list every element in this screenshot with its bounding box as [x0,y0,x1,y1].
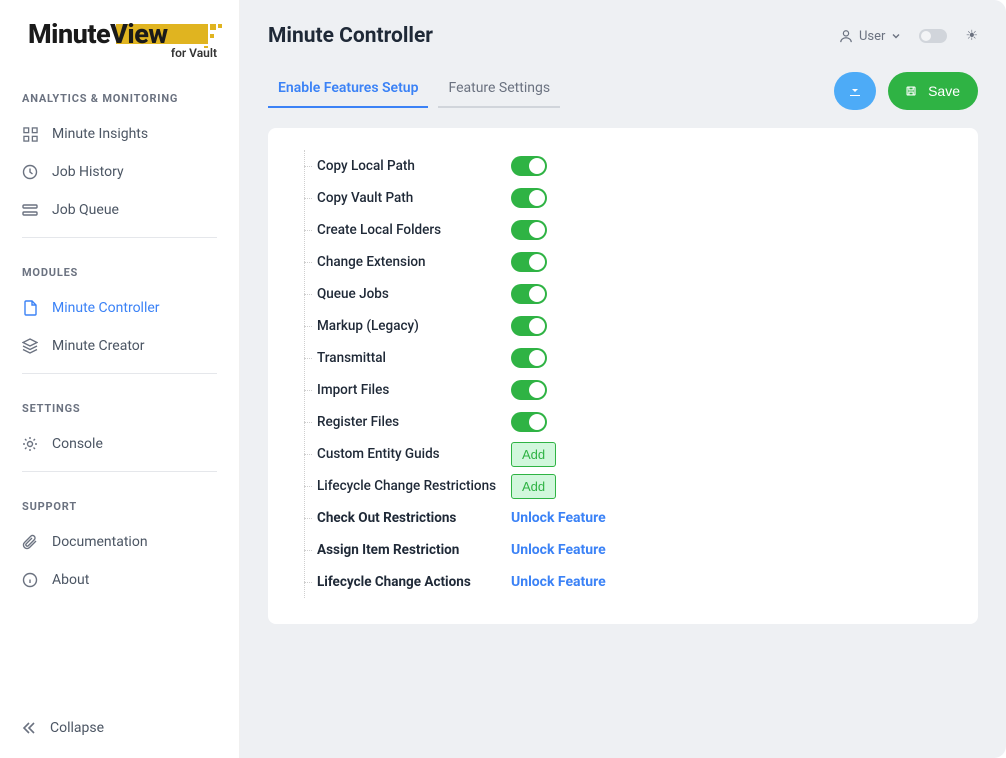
logo-text: MinuteView [28,18,168,50]
feature-switch[interactable] [511,412,547,432]
feature-row: Copy Local Path [305,150,950,182]
feature-label: Copy Vault Path [317,190,511,206]
info-icon [22,572,38,588]
feature-row: Custom Entity GuidsAdd [305,438,950,470]
sidebar-item-insights[interactable]: Minute Insights [0,115,239,153]
feature-row: Lifecycle Change ActionsUnlock Feature [305,566,950,598]
feature-label: Transmittal [317,350,511,366]
user-label: User [859,29,885,44]
download-icon [848,84,862,98]
sidebar: MinuteView for Vault ANALYTICS & MONITOR… [0,0,240,758]
sidebar-item-controller[interactable]: Minute Controller [0,289,239,327]
feature-tree: Copy Local Path Copy Vault Path Create Loc… [304,150,950,598]
sidebar-item-creator[interactable]: Minute Creator [0,327,239,365]
tabs: Enable Features Setup Feature Settings [268,74,560,108]
unlock-link[interactable]: Unlock Feature [511,510,606,526]
nav-label: Console [52,436,103,452]
sidebar-item-job-queue[interactable]: Job Queue [0,191,239,229]
feature-row: Transmittal [305,342,950,374]
section-settings: SETTINGS [0,382,239,425]
page-title: Minute Controller [268,24,433,48]
tab-enable-features[interactable]: Enable Features Setup [268,74,428,108]
logo: MinuteView for Vault [0,18,239,72]
feature-row: Queue Jobs [305,278,950,310]
feature-row: Import Files [305,374,950,406]
feature-switch[interactable] [511,348,547,368]
nav-label: Minute Creator [52,338,145,354]
save-label: Save [928,83,960,99]
add-button[interactable]: Add [511,474,556,499]
feature-label: Custom Entity Guids [317,446,511,462]
user-icon [839,29,853,43]
user-menu[interactable]: User [839,29,901,44]
feature-switch[interactable] [511,316,547,336]
feature-row: Create Local Folders [305,214,950,246]
feature-row: Check Out RestrictionsUnlock Feature [305,502,950,534]
feature-switch[interactable] [511,156,547,176]
nav-label: Job Queue [52,202,119,218]
nav-label: About [52,572,89,588]
sidebar-item-about[interactable]: About [0,561,239,599]
history-icon [22,164,38,180]
grid-icon [22,126,38,142]
feature-label: Change Extension [317,254,511,270]
gear-icon [22,436,38,452]
collapse-label: Collapse [50,720,104,736]
feature-row: Register Files [305,406,950,438]
chevron-down-icon [891,31,901,41]
save-icon [906,84,916,98]
feature-label: Markup (Legacy) [317,318,511,334]
theme-toggle[interactable] [919,29,947,43]
download-button[interactable] [834,72,876,110]
collapse-button[interactable]: Collapse [0,708,239,748]
feature-label: Copy Local Path [317,158,511,174]
file-icon [22,300,38,316]
feature-row: Markup (Legacy) [305,310,950,342]
sun-icon: ☀ [965,28,978,44]
feature-label: Create Local Folders [317,222,511,238]
layers-icon [22,338,38,354]
feature-label: Check Out Restrictions [317,510,511,526]
feature-label: Assign Item Restriction [317,542,511,558]
feature-label: Lifecycle Change Actions [317,574,511,590]
unlock-link[interactable]: Unlock Feature [511,542,606,558]
feature-row: Copy Vault Path [305,182,950,214]
divider [22,373,217,374]
feature-label: Import Files [317,382,511,398]
chevron-double-left-icon [22,721,36,735]
queue-icon [22,202,38,218]
feature-switch[interactable] [511,252,547,272]
feature-label: Register Files [317,414,511,430]
section-analytics: ANALYTICS & MONITORING [0,72,239,115]
feature-switch[interactable] [511,284,547,304]
feature-label: Lifecycle Change Restrictions [317,478,511,494]
features-card: Copy Local Path Copy Vault Path Create Loc… [268,128,978,624]
section-modules: MODULES [0,246,239,289]
feature-switch[interactable] [511,220,547,240]
feature-row: Change Extension [305,246,950,278]
feature-row: Lifecycle Change RestrictionsAdd [305,470,950,502]
divider [22,237,217,238]
add-button[interactable]: Add [511,442,556,467]
sidebar-item-console[interactable]: Console [0,425,239,463]
feature-row: Assign Item RestrictionUnlock Feature [305,534,950,566]
main-content: Minute Controller User ☀ Enable Features… [240,0,1006,758]
section-support: SUPPORT [0,480,239,523]
nav-label: Documentation [52,534,148,550]
feature-switch[interactable] [511,380,547,400]
tab-feature-settings[interactable]: Feature Settings [438,74,560,108]
sidebar-item-job-history[interactable]: Job History [0,153,239,191]
unlock-link[interactable]: Unlock Feature [511,574,606,590]
feature-switch[interactable] [511,188,547,208]
feature-label: Queue Jobs [317,286,511,302]
nav-label: Job History [52,164,124,180]
sidebar-item-documentation[interactable]: Documentation [0,523,239,561]
paperclip-icon [22,534,38,550]
nav-label: Minute Controller [52,300,160,316]
nav-label: Minute Insights [52,126,148,142]
save-button[interactable]: Save [888,72,978,110]
divider [22,471,217,472]
